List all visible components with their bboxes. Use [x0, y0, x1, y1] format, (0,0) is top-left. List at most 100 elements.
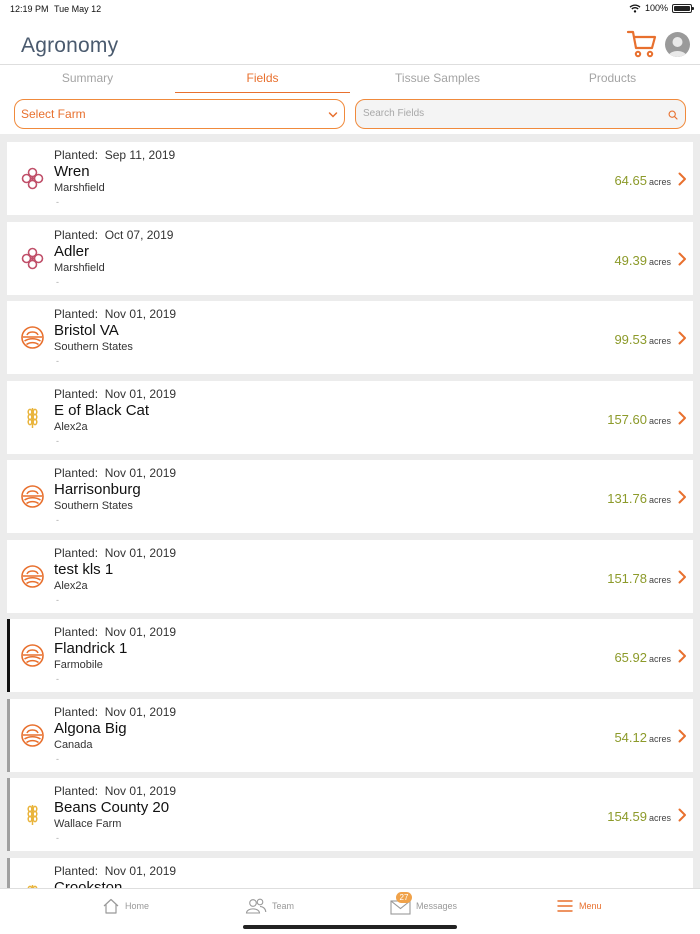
tab-tissue-samples[interactable]: Tissue Samples	[350, 71, 525, 85]
acres-value: 65.92	[614, 650, 647, 665]
field-row[interactable]: Planted: Nov 01, 2019 test kls 1 Alex2a - 15…	[7, 539, 693, 613]
nav-team[interactable]: Team	[245, 897, 294, 915]
acres-value: 99.53	[614, 332, 647, 347]
field-acres: 65.92 acres	[614, 650, 671, 665]
field-name: Flandrick 1	[54, 640, 128, 657]
planted-label: Planted:	[54, 784, 99, 798]
flower-icon	[20, 166, 45, 191]
chevron-right-icon[interactable]	[677, 411, 687, 425]
cart-icon[interactable]	[626, 28, 658, 60]
planted-date: Sep 11, 2019	[104, 148, 176, 162]
search-input[interactable]	[363, 108, 653, 119]
search-field[interactable]	[355, 99, 686, 129]
planted-label: Planted:	[54, 148, 99, 162]
farm-name: Marshfield	[54, 182, 105, 194]
battery-percent: 100%	[644, 3, 668, 13]
nav-home-label: Home	[125, 901, 150, 911]
status-bar: 12:19 PM Tue May 12 100%	[0, 0, 700, 18]
acres-value: 64.65	[614, 173, 647, 188]
farm-select[interactable]: Select Farm	[14, 99, 345, 129]
messages-badge: 27	[396, 892, 412, 903]
field-note: -	[56, 276, 59, 287]
field-acres: 64.65 acres	[614, 173, 671, 188]
acres-unit: acres	[648, 574, 671, 585]
chevron-right-icon[interactable]	[677, 570, 687, 584]
planted-line: Planted: Nov 01, 2019	[54, 705, 176, 719]
battery-icon	[672, 3, 694, 13]
nav-home[interactable]: Home	[102, 897, 149, 915]
planted-line: Planted: Nov 01, 2019	[54, 784, 176, 798]
planted-line: Planted: Sep 11, 2019	[54, 148, 175, 162]
page-title: Agronomy	[21, 34, 119, 57]
chevron-right-icon[interactable]	[677, 172, 687, 186]
nav-messages[interactable]: 27 Messages	[390, 892, 458, 915]
status-time: 12:19 PM	[10, 4, 49, 14]
planted-date: Nov 01, 2019	[104, 545, 177, 560]
planted-date: Nov 01, 2019	[104, 863, 177, 878]
farm-name: Southern States	[54, 341, 133, 353]
chevron-right-icon[interactable]	[677, 331, 687, 345]
field-sun-icon	[20, 325, 45, 350]
field-note: -	[56, 833, 59, 843]
farm-name: Wallace Farm	[54, 818, 122, 830]
nav-menu-label: Menu	[579, 901, 602, 911]
planted-date: Nov 01, 2019	[104, 307, 177, 321]
field-row[interactable]: Planted: Oct 07, 2019 Adler Marshfield -49.…	[7, 221, 693, 295]
tab-bar: Summary Fields Tissue Samples Products	[0, 64, 700, 93]
planted-line: Planted: Nov 01, 2019	[54, 546, 176, 560]
acres-unit: acres	[648, 813, 671, 823]
planted-date: Nov 01, 2019	[104, 784, 177, 798]
acres-unit: acres	[648, 733, 671, 744]
field-row[interactable]: Planted: Nov 01, 2019 Harrisonburg Souther…	[7, 460, 693, 533]
team-icon	[245, 898, 267, 914]
field-row[interactable]: Planted: Nov 01, 2019 E of Black Cat Alex2…	[7, 380, 693, 454]
planted-label: Planted:	[54, 466, 99, 480]
chevron-right-icon[interactable]	[677, 729, 687, 743]
field-acres: 49.39 acres	[614, 253, 671, 268]
acres-unit: acres	[648, 336, 671, 346]
field-row[interactable]: Planted: Nov 01, 2019 Beans County 20 Wall…	[7, 778, 693, 851]
chevron-right-icon[interactable]	[677, 808, 687, 822]
planted-label: Planted:	[54, 704, 99, 719]
planted-label: Planted:	[54, 307, 99, 321]
chevron-right-icon[interactable]	[677, 252, 687, 266]
field-sun-icon	[20, 564, 45, 589]
flower-icon	[20, 246, 45, 271]
acres-unit: acres	[648, 495, 671, 505]
field-row[interactable]: Planted: Nov 01, 2019 Flandrick 1 Farmobil…	[7, 619, 693, 692]
farm-name: Southern States	[54, 500, 133, 512]
field-acres: 131.76 acres	[607, 491, 671, 506]
app-header: Agronomy	[0, 18, 700, 64]
field-name: Crookston	[54, 878, 123, 889]
acres-value: 157.60	[607, 411, 647, 427]
chevron-right-icon[interactable]	[677, 649, 687, 663]
farm-name: Farmobile	[54, 659, 103, 671]
search-icon	[668, 110, 678, 120]
nav-menu[interactable]: Menu	[556, 897, 602, 915]
farm-name: Alex2a	[54, 579, 88, 592]
field-row[interactable]: Planted: Nov 01, 2019 Algona Big Canada - 54…	[7, 698, 693, 772]
field-acres: 151.78 acres	[607, 571, 671, 586]
menu-icon	[557, 900, 573, 912]
field-acres: 154.59 acres	[607, 809, 671, 824]
field-sun-icon	[20, 484, 45, 509]
planted-line: Planted: Nov 01, 2019	[54, 864, 176, 878]
field-row[interactable]: Planted: Nov 01, 2019 Crookston	[7, 857, 693, 889]
wheat-icon	[20, 802, 45, 827]
farm-name: Alex2a	[54, 420, 88, 433]
avatar[interactable]	[665, 32, 690, 57]
field-sun-icon	[20, 643, 45, 668]
tab-products[interactable]: Products	[525, 71, 700, 85]
tab-fields[interactable]: Fields	[175, 71, 350, 85]
field-note: -	[56, 515, 59, 525]
field-row[interactable]: Planted: Sep 11, 2019 Wren Marshfield -64.6…	[7, 142, 693, 215]
acres-value: 131.76	[607, 491, 647, 506]
acres-unit: acres	[648, 415, 671, 426]
acres-unit: acres	[648, 177, 671, 187]
field-row[interactable]: Planted: Nov 01, 2019 Bristol VA Southern …	[7, 301, 693, 374]
field-list: Planted: Sep 11, 2019 Wren Marshfield -64.6…	[0, 142, 700, 888]
nav-messages-label: Messages	[416, 901, 458, 911]
tab-summary[interactable]: Summary	[0, 71, 175, 85]
field-acres: 54.12 acres	[614, 730, 671, 745]
chevron-right-icon[interactable]	[677, 490, 687, 504]
